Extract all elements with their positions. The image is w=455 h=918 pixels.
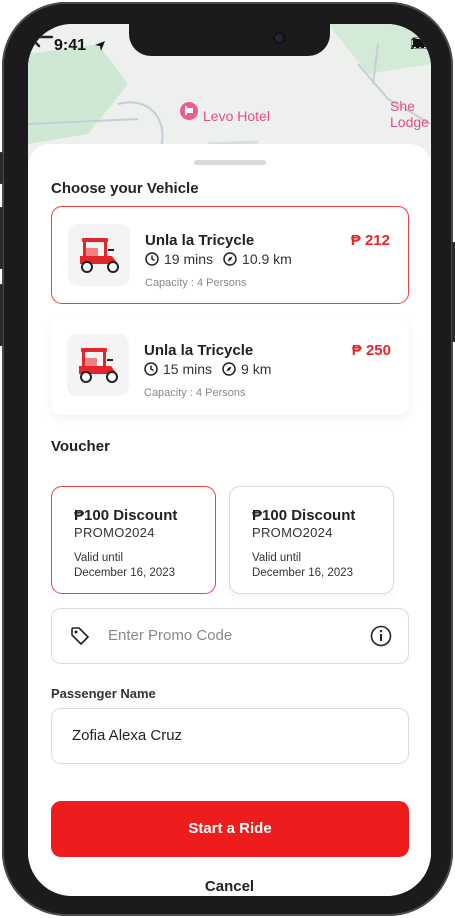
volume-up-button (0, 207, 3, 269)
start-ride-button[interactable]: Start a Ride (51, 801, 409, 857)
voucher-valid-label: Valid until (74, 552, 124, 564)
status-time: 9:41 (54, 37, 87, 54)
vehicle-distance: 9 km (241, 361, 272, 377)
vehicle-time: 19 mins (164, 251, 214, 267)
compass-icon (223, 252, 237, 266)
lodge-label-line1: She (390, 98, 415, 114)
vehicle-price: ₱ 212 (350, 232, 390, 249)
back-arrow-icon[interactable] (28, 24, 54, 50)
ride-sheet: Choose your Vehicle Unla la Tricycle ₱ 2… (28, 144, 431, 896)
cancel-button[interactable]: Cancel (28, 878, 431, 895)
passenger-name-value: Zofia Alexa Cruz (72, 727, 183, 744)
promo-placeholder: Enter Promo Code (108, 627, 233, 644)
voucher-card[interactable]: ₱100 Discount PROMO2024 Valid until Dece… (229, 486, 394, 594)
tag-icon (71, 627, 89, 645)
voucher-valid-date: December 16, 2023 (74, 567, 176, 579)
hotel-label: Levo Hotel (203, 108, 270, 124)
vehicle-card[interactable]: Unla la Tricycle ₱ 212 19 mins 10.9 km C… (51, 206, 409, 304)
phone-frame: 9:41 Levo Hotel She Lodge Choose your Ve… (0, 2, 455, 916)
mute-switch (0, 152, 3, 184)
vehicle-meta: 19 mins 10.9 km (145, 251, 292, 267)
clock-icon (144, 362, 158, 376)
vehicle-name: Unla la Tricycle (144, 342, 254, 359)
vehicle-capacity: Capacity : 4 Persons (145, 277, 247, 289)
vehicle-card[interactable]: Unla la Tricycle ₱ 250 15 mins 9 km Capa… (51, 317, 409, 415)
voucher-section-title: Voucher (51, 438, 110, 455)
lodge-label: She Lodge (390, 98, 429, 130)
lodge-label-line2: Lodge (390, 114, 429, 130)
compass-icon (222, 362, 236, 376)
voucher-code: PROMO2024 (252, 525, 333, 540)
vehicle-meta: 15 mins 9 km (144, 361, 271, 377)
voucher-code: PROMO2024 (74, 525, 155, 540)
voucher-title: ₱100 Discount (74, 507, 178, 524)
tricycle-icon (68, 224, 130, 286)
sheet-handle[interactable] (194, 160, 266, 165)
vehicle-section-title: Choose your Vehicle (51, 180, 199, 197)
vehicle-distance: 10.9 km (242, 251, 292, 267)
camera (273, 32, 285, 44)
passenger-name-label: Passenger Name (51, 686, 156, 701)
passenger-name-field[interactable]: Zofia Alexa Cruz (51, 708, 409, 764)
voucher-validity: Valid until December 16, 2023 (74, 551, 215, 581)
clock-icon (145, 252, 159, 266)
vehicle-price: ₱ 250 (351, 342, 391, 359)
vehicle-capacity: Capacity : 4 Persons (144, 387, 246, 399)
battery-icon (411, 37, 431, 49)
voucher-card[interactable]: ₱100 Discount PROMO2024 Valid until Dece… (51, 486, 216, 594)
voucher-title: ₱100 Discount (252, 507, 356, 524)
vehicle-time: 15 mins (163, 361, 213, 377)
voucher-valid-label: Valid until (252, 552, 302, 564)
screen: 9:41 Levo Hotel She Lodge Choose your Ve… (28, 24, 431, 896)
location-arrow-icon (95, 41, 105, 51)
volume-down-button (0, 284, 3, 346)
hotel-pin-icon[interactable] (180, 102, 198, 120)
promo-code-input[interactable]: Enter Promo Code (51, 608, 409, 664)
voucher-validity: Valid until December 16, 2023 (252, 551, 393, 581)
tricycle-icon (67, 334, 129, 396)
voucher-valid-date: December 16, 2023 (252, 567, 354, 579)
vehicle-name: Unla la Tricycle (145, 232, 255, 249)
info-icon[interactable] (370, 625, 392, 647)
notch (129, 24, 330, 56)
